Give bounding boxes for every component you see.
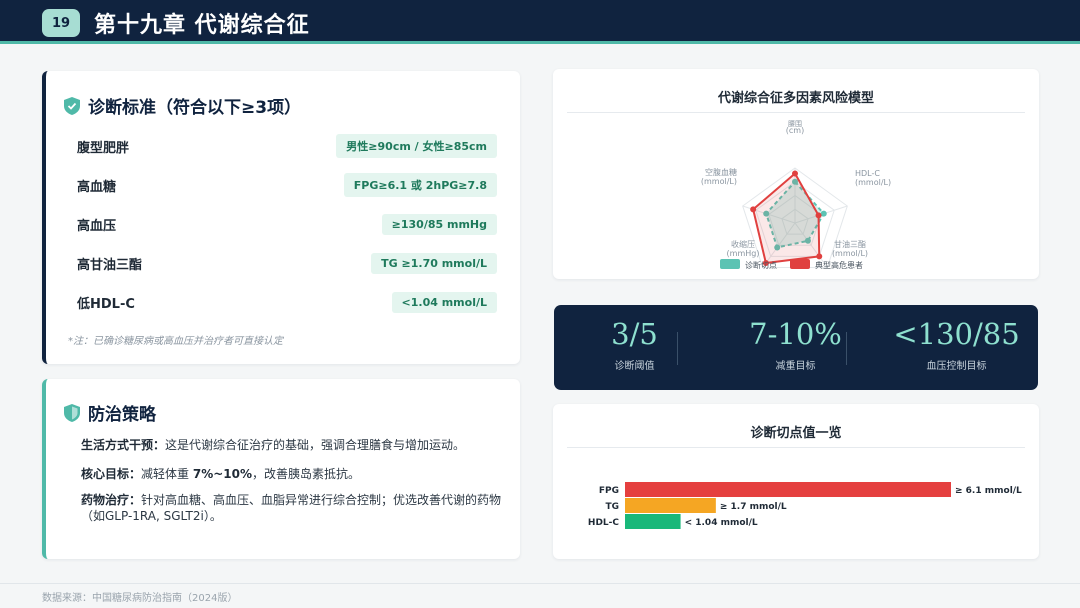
page-title: 第十九章 代谢综合征: [94, 13, 310, 38]
criterion-name: 高血糖: [77, 179, 117, 195]
strategy-item: 药物治疗：针对高血糖、高血压、血脂异常进行综合控制；优选改善代谢的药物（如GLP…: [81, 492, 506, 524]
radar-data-point: [820, 210, 827, 217]
bar: [625, 482, 951, 497]
shield-check-icon: [64, 96, 80, 115]
strategy-item: 生活方式干预：这是代谢综合征治疗的基础，强调合理膳食与增加运动。: [81, 437, 506, 453]
stat-value: 7-10%: [749, 317, 842, 351]
radar-axis-unit: (mmol/L): [701, 177, 737, 186]
bar: [625, 498, 716, 513]
strategy-item: 核心目标：减轻体重 7%~10%，改善胰岛素抵抗。: [81, 466, 506, 482]
criterion-name: 低HDL-C: [77, 296, 135, 312]
strategy-text: ，改善胰岛素抵抗。: [252, 467, 361, 481]
stat-value: <130/85: [893, 317, 1020, 351]
stat-value: 3/5: [611, 317, 658, 351]
criterion-value-badge: TG ≥1.70 mmol/L: [371, 252, 497, 274]
stat-label: 血压控制目标: [926, 361, 987, 372]
radar-data-point: [750, 206, 757, 213]
criterion-value-badge: FPG≥6.1 或 2hPG≥7.8: [343, 173, 497, 197]
bar-category-label: HDL-C: [588, 518, 619, 528]
strategy-text: 针对高血糖、高血压、血脂异常进行综合控制；优选改善代谢的药物（如GLP-1RA,…: [81, 493, 502, 523]
radar-chart-card: 代谢综合征多因素风险模型 腰围 (cm) HDL-C (mmol/L) 甘油三酯…: [553, 69, 1039, 279]
radar-axis-unit: (cm): [786, 126, 804, 135]
radar-chart: 腰围 (cm) HDL-C (mmol/L) 甘油三酯 (mmol/L) 收缩压…: [701, 120, 891, 270]
bar-value-label: ≥ 1.7 mmol/L: [720, 502, 787, 512]
legend-swatch-high-risk: [790, 259, 810, 269]
radar-axis-label: 空腹血糖: [705, 167, 737, 177]
strategy-label: 核心目标：: [81, 467, 142, 481]
criterion-name: 高甘油三酯: [77, 257, 143, 273]
criterion-row: 高甘油三酯 TG ≥1.70 mmol/L: [77, 252, 497, 274]
radar-series-area: [752, 171, 821, 265]
criterion-value-badge: <1.04 mmol/L: [391, 291, 497, 313]
bar-category-label: TG: [605, 502, 619, 512]
strategy-label: 药物治疗：: [81, 493, 142, 507]
radar-axis-unit: (mmol/L): [855, 178, 891, 187]
radar-axis-unit: (mmHg): [727, 249, 760, 258]
legend-swatch-diagnosis: [720, 259, 740, 269]
stat-label: 减重目标: [775, 361, 816, 372]
criterion-row: 高血糖 FPG≥6.1 或 2hPG≥7.8: [77, 173, 497, 197]
diagnosis-card-title: 诊断标准（符合以下≥3项）: [88, 98, 302, 118]
chapter-number-badge: 19: [42, 9, 80, 37]
diagnosis-note: *注：已确诊糖尿病或高血压并治疗者可直接认定: [68, 336, 283, 347]
strategy-text: 这是代谢综合征治疗的基础，强调合理膳食与增加运动。: [165, 438, 466, 452]
prevention-strategy-card: 防治策略 生活方式干预：这是代谢综合征治疗的基础，强调合理膳食与增加运动。 核心…: [42, 379, 520, 559]
stat-divider: [846, 332, 847, 365]
stat-divider: [677, 332, 678, 365]
cutoff-bar-chart-card: 诊断切点值一览 FPG ≥ 6.1 mmol/L TG ≥ 1.7 mmol/L HDL…: [553, 404, 1039, 559]
criterion-name: 腹型肥胖: [77, 140, 130, 156]
diagnosis-criteria-card: 诊断标准（符合以下≥3项） 腹型肥胖 男性≥90cm / 女性≥85cm 高血糖…: [42, 71, 520, 364]
cutoff-bar-chart: FPG ≥ 6.1 mmol/L TG ≥ 1.7 mmol/L HDL-C < 1.04…: [588, 482, 1022, 529]
criterion-name: 高血压: [77, 218, 117, 234]
chapter-header: 19 第十九章 代谢综合征: [0, 0, 1080, 44]
strategy-label: 生活方式干预：: [81, 438, 166, 452]
radar-axis-unit: (mmol/L): [832, 249, 868, 258]
strategy-text: 减轻体重: [141, 467, 193, 481]
criterion-row: 低HDL-C <1.04 mmol/L: [77, 291, 497, 313]
criterion-value-badge: 男性≥90cm / 女性≥85cm: [336, 134, 497, 158]
criterion-row: 高血压 ≥130/85 mmHg: [77, 213, 497, 235]
bar-category-label: FPG: [599, 486, 619, 496]
strategy-highlight: 7%~10%: [192, 467, 252, 481]
radar-data-point: [792, 170, 798, 177]
diagnosis-card-header: 诊断标准（符合以下≥3项）: [64, 93, 301, 118]
shield-icon: [64, 403, 80, 422]
radar-axis-label: HDL-C: [855, 169, 880, 178]
radar-data-point: [815, 212, 822, 219]
bar-value-label: < 1.04 mmol/L: [685, 518, 758, 528]
footer-divider: [0, 583, 1080, 584]
data-source: 数据来源：中国糖尿病防治指南（2024版）: [42, 593, 238, 604]
prevention-card-title: 防治策略: [88, 405, 156, 425]
stat-label: 诊断阈值: [614, 361, 655, 372]
prevention-card-header: 防治策略: [64, 400, 156, 425]
bar: [625, 514, 681, 529]
criterion-value-badge: ≥130/85 mmHg: [381, 213, 497, 235]
legend-label: 典型高危患者: [815, 260, 863, 270]
legend-label: 诊断切点: [745, 260, 777, 270]
criterion-row: 腹型肥胖 男性≥90cm / 女性≥85cm: [77, 134, 497, 158]
radar-axis-label: 收缩压: [731, 239, 755, 249]
key-stats-panel: 3/5 诊断阈值 7-10% 减重目标 <130/85 血压控制目标: [554, 305, 1038, 390]
bar-value-label: ≥ 6.1 mmol/L: [955, 486, 1022, 496]
radar-axis-label: 甘油三酯: [834, 239, 866, 249]
radar-data-point: [816, 253, 823, 260]
